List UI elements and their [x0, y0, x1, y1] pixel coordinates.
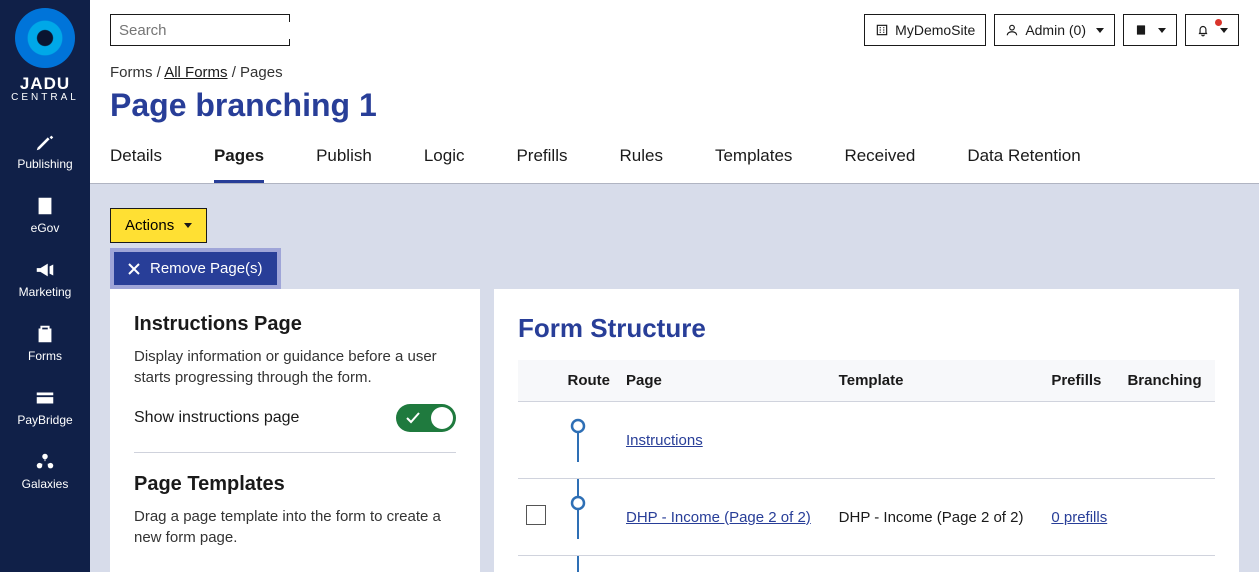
- actions-row: Actions Remove Page(s): [90, 184, 1259, 243]
- table-row: branch page 1 branch page 1 0 prefills 1…: [518, 556, 1215, 572]
- sidebar-item-galaxies[interactable]: Galaxies: [0, 439, 90, 503]
- tab-data-retention[interactable]: Data Retention: [967, 146, 1080, 183]
- building-icon: [34, 195, 56, 217]
- notifications-button[interactable]: [1185, 14, 1239, 46]
- caret-down-icon: [1096, 28, 1104, 33]
- actions-menu-label: Remove Page(s): [150, 260, 263, 277]
- table-row: DHP - Income (Page 2 of 2) DHP - Income …: [518, 479, 1215, 556]
- search-input[interactable]: [119, 22, 318, 39]
- instructions-desc: Display information or guidance before a…: [134, 346, 456, 388]
- page-link[interactable]: DHP - Income (Page 2 of 2): [626, 509, 811, 526]
- user-button[interactable]: Admin (0): [994, 14, 1115, 46]
- page-title: Page branching 1: [90, 85, 1259, 124]
- tab-publish[interactable]: Publish: [316, 146, 372, 183]
- templates-desc: Drag a page template into the form to cr…: [134, 506, 456, 548]
- close-icon: [128, 263, 140, 275]
- sidebar-item-publishing[interactable]: Publishing: [0, 119, 90, 183]
- sidebar-item-label: Publishing: [17, 157, 72, 171]
- table-row: Instructions: [518, 402, 1215, 479]
- tabs: Details Pages Publish Logic Prefills Rul…: [90, 124, 1259, 184]
- page-link[interactable]: Instructions: [626, 432, 703, 449]
- caret-down-icon: [184, 223, 192, 228]
- caret-down-icon: [1158, 28, 1166, 33]
- pencil-icon: [34, 131, 56, 153]
- caret-down-icon: [1220, 28, 1228, 33]
- row-checkbox[interactable]: [526, 505, 546, 525]
- main-area: MyDemoSite Admin (0) Forms / All Forms /…: [90, 0, 1259, 572]
- bell-icon: [1196, 23, 1210, 37]
- tab-details[interactable]: Details: [110, 146, 162, 183]
- sidebar-item-egov[interactable]: eGov: [0, 183, 90, 247]
- tab-received[interactable]: Received: [844, 146, 915, 183]
- actions-label: Actions: [125, 217, 174, 234]
- breadcrumb-current: Pages: [240, 64, 283, 81]
- topbar: MyDemoSite Admin (0): [90, 0, 1259, 46]
- tab-prefills[interactable]: Prefills: [516, 146, 567, 183]
- actions-button[interactable]: Actions: [110, 208, 207, 243]
- instructions-toggle[interactable]: [396, 404, 456, 432]
- sidebar-item-label: Marketing: [19, 285, 72, 299]
- col-page: Page: [618, 360, 831, 402]
- sidebar-item-label: Forms: [28, 349, 62, 363]
- actions-menu-remove[interactable]: Remove Page(s): [110, 248, 281, 289]
- template-cell: branch page 1: [831, 556, 1044, 572]
- brand-name: JADU: [20, 74, 70, 94]
- book-button[interactable]: [1123, 14, 1177, 46]
- route-branch-icon: [566, 556, 616, 572]
- sidebar-item-paybridge[interactable]: PayBridge: [0, 375, 90, 439]
- template-cell: [831, 402, 1044, 479]
- route-node-icon: [566, 479, 616, 541]
- nodes-icon: [34, 451, 56, 473]
- brand-sub: CENTRAL: [11, 92, 79, 103]
- megaphone-icon: [34, 259, 56, 281]
- sidebar-item-label: eGov: [31, 221, 60, 235]
- app-sidebar: JADU CENTRAL Publishing eGov Marketing F…: [0, 0, 90, 572]
- instructions-title: Instructions Page: [134, 313, 456, 336]
- sidebar-item-marketing[interactable]: Marketing: [0, 247, 90, 311]
- book-icon: [1134, 23, 1148, 37]
- user-icon: [1005, 23, 1019, 37]
- sidebar-item-label: PayBridge: [17, 413, 72, 427]
- template-cell: DHP - Income (Page 2 of 2): [831, 479, 1044, 556]
- right-panel: Form Structure Route Page Template Prefi…: [494, 289, 1239, 572]
- search-input-wrap[interactable]: [110, 14, 290, 46]
- sidebar-item-label: Galaxies: [22, 477, 69, 491]
- tab-templates[interactable]: Templates: [715, 146, 792, 183]
- toggle-label: Show instructions page: [134, 409, 299, 427]
- user-label: Admin (0): [1025, 22, 1086, 38]
- breadcrumb: Forms / All Forms / Pages: [90, 46, 1259, 85]
- card-icon: [34, 387, 56, 409]
- left-panel: Instructions Page Display information or…: [110, 289, 480, 572]
- col-route: Route: [558, 360, 618, 402]
- topbar-right: MyDemoSite Admin (0): [864, 14, 1239, 46]
- clipboard-icon: [34, 323, 56, 345]
- templates-title: Page Templates: [134, 473, 456, 496]
- prefills-link[interactable]: 0 prefills: [1051, 509, 1107, 526]
- toggle-row: Show instructions page: [134, 404, 456, 453]
- tab-logic[interactable]: Logic: [424, 146, 465, 183]
- col-branching: Branching: [1119, 360, 1215, 402]
- breadcrumb-all-forms[interactable]: All Forms: [164, 64, 227, 81]
- site-button[interactable]: MyDemoSite: [864, 14, 986, 46]
- form-structure-title: Form Structure: [518, 313, 1215, 344]
- tab-rules[interactable]: Rules: [619, 146, 662, 183]
- brand-logo: [15, 8, 75, 68]
- notification-dot-icon: [1215, 19, 1222, 26]
- route-node-icon: [566, 402, 616, 464]
- site-label: MyDemoSite: [895, 22, 975, 38]
- col-template: Template: [831, 360, 1044, 402]
- tab-pages[interactable]: Pages: [214, 146, 264, 183]
- structure-table: Route Page Template Prefills Branching I…: [518, 360, 1215, 572]
- site-icon: [875, 23, 889, 37]
- content-columns: Instructions Page Display information or…: [90, 243, 1259, 572]
- sidebar-item-forms[interactable]: Forms: [0, 311, 90, 375]
- check-icon: [406, 412, 420, 424]
- col-prefills: Prefills: [1043, 360, 1119, 402]
- breadcrumb-root: Forms: [110, 64, 153, 81]
